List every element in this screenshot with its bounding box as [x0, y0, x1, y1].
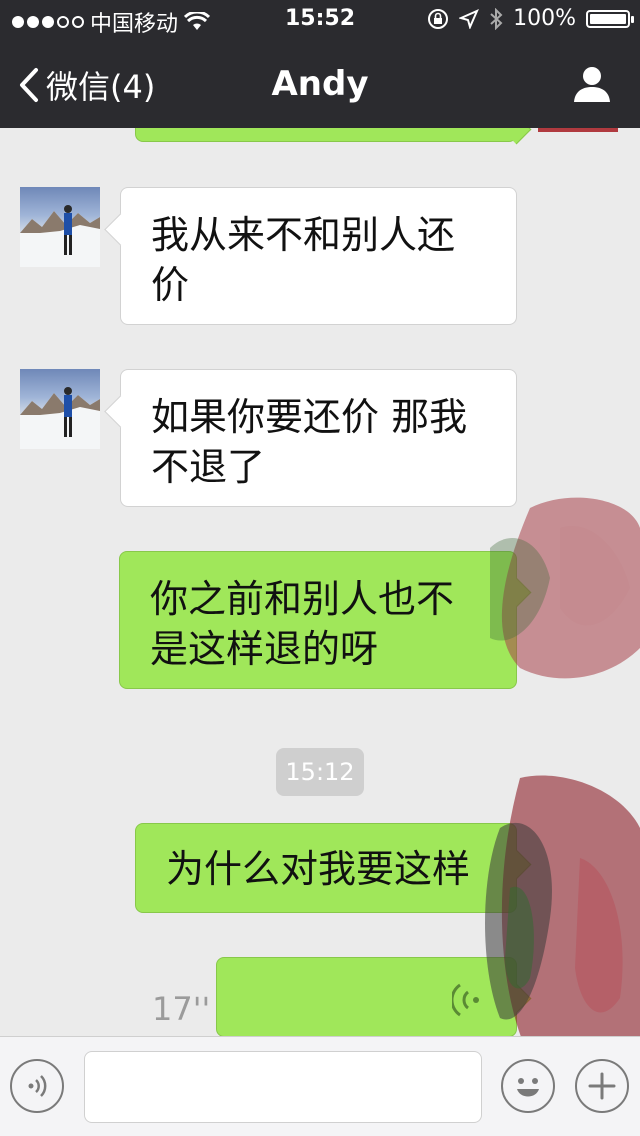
message-text: 如果你要还价 那我不退了	[151, 395, 468, 489]
avatar[interactable]	[20, 187, 100, 267]
message-bubble-incoming[interactable]: 我从来不和别人还价	[120, 187, 517, 325]
location-icon	[459, 8, 480, 29]
avatar[interactable]	[20, 369, 100, 449]
message-input[interactable]	[84, 1051, 482, 1123]
input-bar	[0, 1036, 640, 1136]
more-button[interactable]	[575, 1059, 629, 1113]
message-bubble-outgoing[interactable]: 你之前和别人也不是这样退的呀	[119, 551, 517, 689]
plus-icon	[588, 1072, 616, 1100]
status-right: 100%	[427, 6, 634, 31]
voice-wave-icon	[452, 983, 479, 1017]
person-icon	[574, 67, 610, 102]
voice-wave-icon	[28, 1075, 47, 1097]
rotation-lock-icon	[428, 8, 449, 29]
smiley-icon	[517, 1078, 539, 1097]
message-text: 我从来不和别人还价	[151, 213, 456, 307]
message-bubble-outgoing[interactable]: 为什么对我要这样	[135, 823, 517, 913]
message-text: 你之前和别人也不是这样退的呀	[150, 577, 455, 671]
battery-icon	[586, 9, 634, 28]
timestamp: 15:12	[276, 748, 364, 796]
voice-mode-button[interactable]	[10, 1059, 64, 1113]
mountain-photo	[20, 387, 100, 449]
battery-percent: 100%	[513, 6, 576, 31]
message-text: 为什么对我要这样	[166, 847, 471, 891]
chat-area[interactable]: 我从来不和别人还价 如果你要还价 那我不退了 你之前和别人也不是这样退的呀 15…	[0, 128, 640, 1036]
voice-duration: 17''	[152, 990, 211, 1028]
emoji-button[interactable]	[501, 1059, 555, 1113]
avatar-partial	[538, 128, 618, 132]
profile-button[interactable]	[572, 64, 612, 108]
mountain-photo	[20, 205, 100, 267]
message-bubble-incoming[interactable]: 如果你要还价 那我不退了	[120, 369, 517, 507]
message-bubble-partial[interactable]	[135, 128, 517, 142]
chat-title: Andy	[271, 64, 369, 104]
status-bar: 中国移动 15:52 100%	[0, 0, 640, 40]
nav-bar: 微信(4) Andy	[0, 40, 640, 128]
bluetooth-icon	[490, 7, 503, 30]
